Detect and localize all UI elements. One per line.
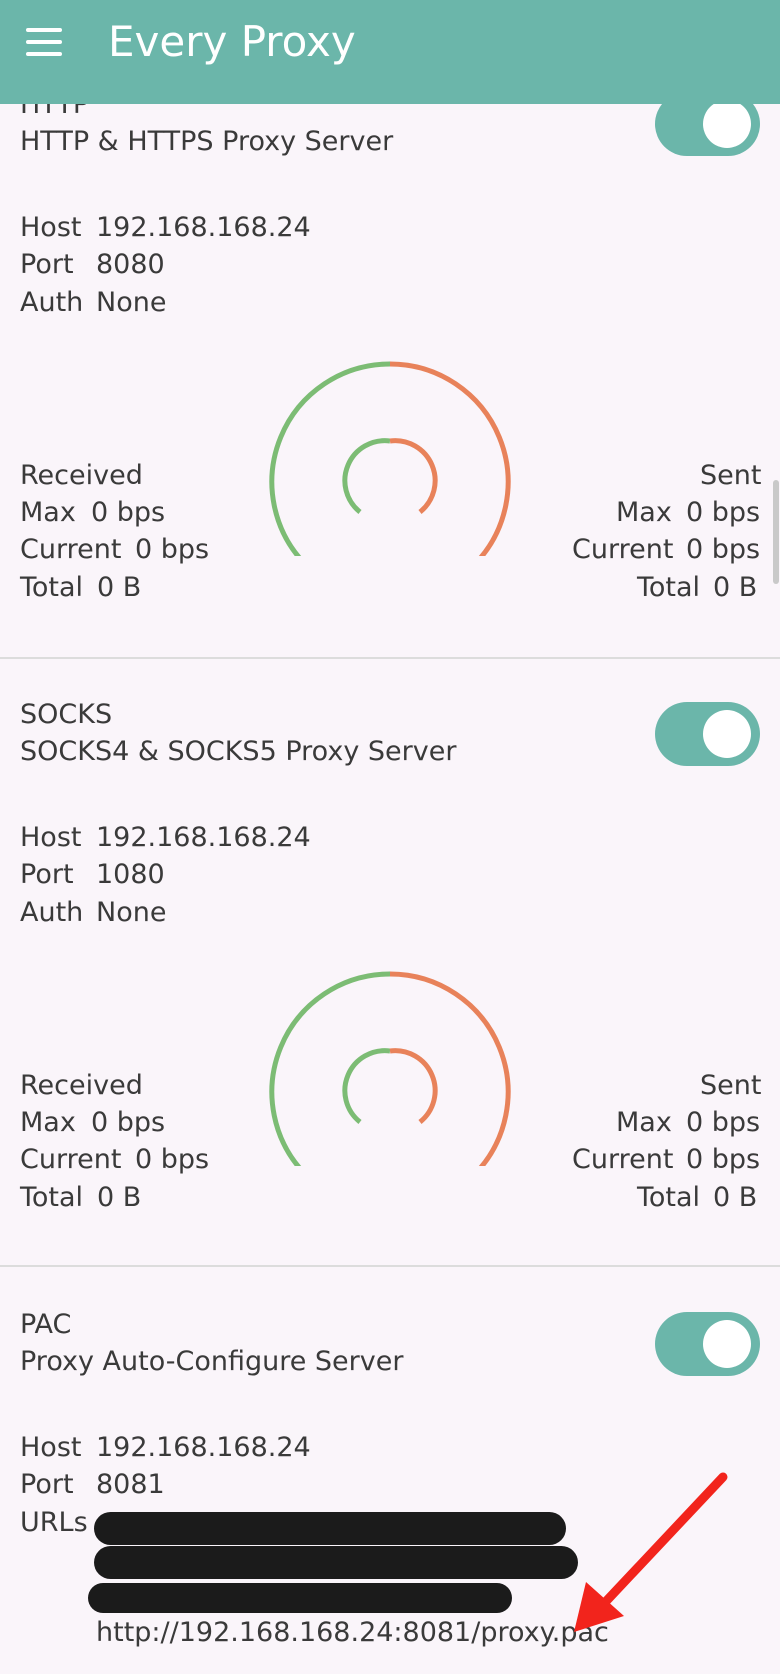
received-outer-arc [269,971,391,1166]
received-total-label: Total [20,1182,84,1213]
sent-current-label: Current [572,1144,674,1175]
received-label: Received [20,460,143,491]
auth-value: None [96,287,167,318]
received-current-label: Current [20,534,122,565]
host-label: Host [20,822,82,853]
host-label: Host [20,1432,82,1463]
auth-label: Auth [20,287,84,318]
sent-current-value: 0 bps [686,1144,761,1175]
received-current-label: Current [20,1144,122,1175]
host-label: Host [20,212,82,243]
auth-value: None [96,897,167,928]
port-value: 8081 [96,1469,165,1500]
toggle-knob [703,1320,751,1368]
traffic-gauge [269,361,511,556]
sent-total-value: 0 B [713,572,758,603]
redaction-bar [88,1583,512,1613]
sent-current-value: 0 bps [686,534,761,565]
sent-max-label: Max [616,1107,672,1138]
received-max-label: Max [20,497,76,528]
port-value: 1080 [96,859,165,890]
scrollbar[interactable] [773,480,779,584]
received-current-value: 0 bps [135,1144,210,1175]
received-outer-arc [269,361,391,556]
sent-max-value: 0 bps [686,1107,761,1138]
pac-url[interactable]: http://192.168.168.24:8081/proxy.pac [96,1616,609,1650]
host-value: 192.168.168.24 [96,1432,311,1463]
received-label: Received [20,1070,143,1101]
sent-inner-arc [389,1048,438,1124]
port-label: Port [20,1469,74,1500]
traffic-gauge [269,971,511,1166]
sent-inner-arc [389,438,438,514]
http-title: HTTP [20,104,90,120]
socks-subtitle: SOCKS4 & SOCKS5 Proxy Server [20,736,457,767]
received-max-value: 0 bps [91,497,166,528]
socks-title: SOCKS [20,699,113,730]
menu-icon[interactable] [18,22,70,62]
received-total-label: Total [20,572,84,603]
received-current-value: 0 bps [135,534,210,565]
socks-toggle[interactable] [655,702,760,766]
sent-total-label: Total [637,572,701,603]
app-screen: Every Proxy HTTP HTTP & HTTPS Proxy Serv… [0,0,780,1674]
redaction-bar [94,1512,566,1545]
pac-title: PAC [20,1309,72,1340]
auth-label: Auth [20,897,84,928]
host-value: 192.168.168.24 [96,212,311,243]
sent-outer-arc [389,361,511,556]
sent-outer-arc [389,971,511,1166]
sent-label: Sent [700,1070,762,1101]
sent-label: Sent [700,460,762,491]
received-inner-arc [342,1048,391,1124]
proxy-list[interactable]: HTTP HTTP & HTTPS Proxy Server Host 192.… [0,104,780,1674]
sent-max-value: 0 bps [686,497,761,528]
http-toggle[interactable] [655,104,760,156]
pac-toggle[interactable] [655,1312,760,1376]
sent-total-value: 0 B [713,1182,758,1213]
port-label: Port [20,859,74,890]
received-total-value: 0 B [97,1182,142,1213]
redaction-bar [94,1546,578,1579]
received-max-value: 0 bps [91,1107,166,1138]
pac-subtitle: Proxy Auto-Configure Server [20,1346,404,1377]
http-subtitle: HTTP & HTTPS Proxy Server [20,126,394,157]
sent-total-label: Total [637,1182,701,1213]
received-max-label: Max [20,1107,76,1138]
toggle-knob [703,104,751,148]
sent-max-label: Max [616,497,672,528]
annotation-arrow-icon [574,1472,728,1632]
http-card: HTTP HTTP & HTTPS Proxy Server Host 192.… [0,104,780,659]
host-value: 192.168.168.24 [96,822,311,853]
received-total-value: 0 B [97,572,142,603]
received-inner-arc [342,438,391,514]
app-title: Every Proxy [108,17,356,66]
socks-card: SOCKS SOCKS4 & SOCKS5 Proxy Server Host … [0,656,780,1267]
toggle-knob [703,710,751,758]
sent-current-label: Current [572,534,674,565]
app-bar: Every Proxy [0,0,780,104]
port-label: Port [20,249,74,280]
port-value: 8080 [96,249,165,280]
urls-label: URLs [20,1507,88,1538]
